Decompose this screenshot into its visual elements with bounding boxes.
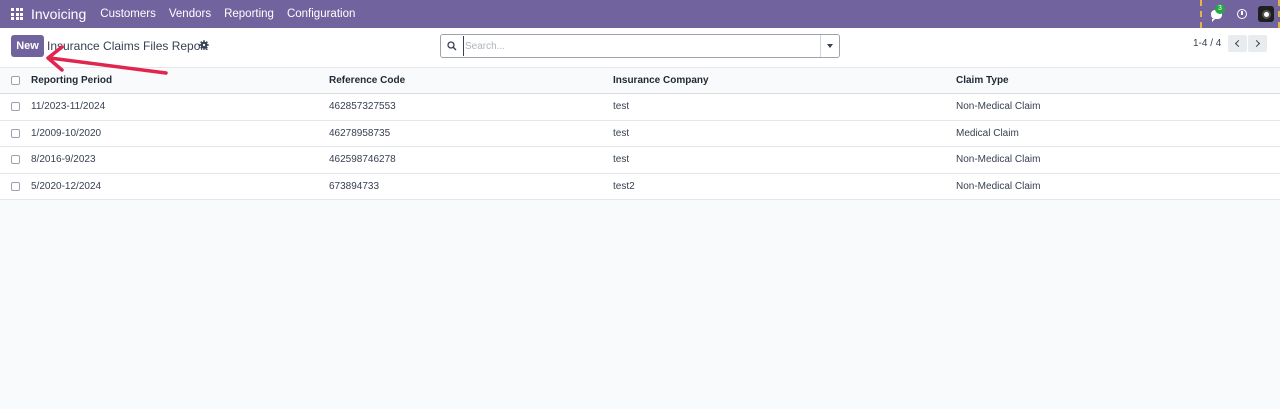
systray: 3: [1200, 0, 1280, 28]
records-table: Reporting Period Reference Code Insuranc…: [0, 68, 1280, 200]
reporting-period-cell: 11/2023-11/2024: [31, 101, 106, 113]
apps-grid-icon[interactable]: [0, 0, 34, 28]
table-header: Reporting Period Reference Code Insuranc…: [0, 68, 1280, 94]
reference-code-cell: 46278958735: [329, 127, 391, 139]
reporting-period-cell: 1/2009-10/2020: [31, 127, 102, 139]
chevron-left-icon: [1234, 39, 1243, 48]
menu-reporting[interactable]: Reporting: [224, 8, 274, 20]
column-header-reporting-period[interactable]: Reporting Period: [31, 68, 112, 93]
activity-button[interactable]: [1230, 0, 1254, 28]
insurance-company-cell: test: [613, 154, 630, 166]
chat-button[interactable]: 3: [1200, 0, 1230, 28]
reference-code-cell: 462857327553: [329, 101, 396, 113]
column-header-reference-code[interactable]: Reference Code: [329, 68, 405, 93]
insurance-company-cell: test: [613, 101, 630, 113]
control-panel: New Insurance Claims Files Report 1-4 / …: [0, 28, 1280, 68]
search-icon: [441, 35, 463, 57]
table-row[interactable]: 5/2020-12/2024 673894733 test2 Non-Medic…: [0, 173, 1280, 200]
chat-badge: 3: [1215, 4, 1225, 14]
claim-type-cell: Non-Medical Claim: [956, 180, 1041, 192]
top-navbar: Invoicing Customers Vendors Reporting Co…: [0, 0, 1280, 28]
pager-value[interactable]: 1-4 / 4: [1193, 38, 1221, 49]
reporting-period-cell: 8/2016-9/2023: [31, 154, 96, 166]
table-row[interactable]: 8/2016-9/2023 462598746278 test Non-Medi…: [0, 147, 1280, 174]
app-name[interactable]: Invoicing: [31, 6, 86, 22]
column-header-claim-type[interactable]: Claim Type: [956, 68, 1009, 93]
search-options-toggle[interactable]: [820, 35, 839, 57]
row-checkbox[interactable]: [11, 174, 20, 200]
row-checkbox[interactable]: [11, 121, 20, 147]
claim-type-cell: Non-Medical Claim: [956, 101, 1041, 113]
reporting-period-cell: 5/2020-12/2024: [31, 180, 102, 192]
new-button[interactable]: New: [11, 35, 44, 57]
clock-icon: [1237, 9, 1247, 19]
search-input[interactable]: [463, 36, 820, 56]
reference-code-cell: 462598746278: [329, 154, 396, 166]
gear-icon[interactable]: [199, 40, 209, 50]
insurance-company-cell: test2: [613, 180, 635, 192]
table-row[interactable]: 11/2023-11/2024 462857327553 test Non-Me…: [0, 94, 1280, 121]
menu-configuration[interactable]: Configuration: [287, 8, 355, 20]
page-title: Insurance Claims Files Report: [47, 39, 208, 53]
select-all-checkbox[interactable]: [11, 68, 20, 93]
row-checkbox[interactable]: [11, 147, 20, 173]
menu-vendors[interactable]: Vendors: [169, 8, 211, 20]
user-menu-button[interactable]: [1254, 0, 1280, 28]
reference-code-cell: 673894733: [329, 180, 380, 192]
claim-type-cell: Medical Claim: [956, 127, 1019, 139]
column-header-insurance-company[interactable]: Insurance Company: [613, 68, 709, 93]
chevron-right-icon: [1252, 39, 1261, 48]
pager-next-button[interactable]: [1248, 35, 1267, 52]
claim-type-cell: Non-Medical Claim: [956, 154, 1041, 166]
search-bar: [440, 34, 840, 58]
menu-customers[interactable]: Customers: [100, 8, 156, 20]
insurance-company-cell: test: [613, 127, 630, 139]
row-checkbox[interactable]: [11, 94, 20, 120]
avatar: [1258, 6, 1274, 22]
pager-previous-button[interactable]: [1228, 35, 1247, 52]
table-row[interactable]: 1/2009-10/2020 46278958735 test Medical …: [0, 120, 1280, 147]
chevron-down-icon: [827, 44, 833, 48]
